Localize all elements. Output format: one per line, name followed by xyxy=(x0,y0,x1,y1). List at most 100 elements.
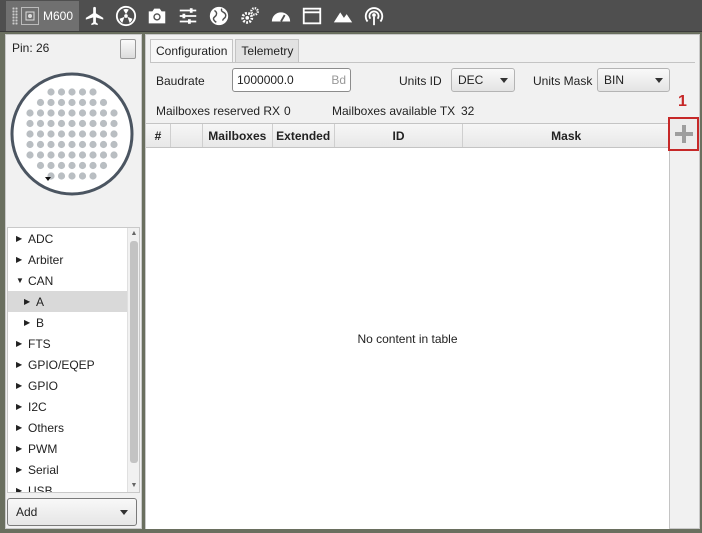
mountains-icon[interactable] xyxy=(327,0,358,32)
connector-pin[interactable] xyxy=(26,140,34,149)
connector-pin[interactable] xyxy=(36,151,45,159)
mailbox-table[interactable]: # Mailboxes Extended ID Mask No content … xyxy=(146,123,670,529)
connector-pin[interactable] xyxy=(57,88,66,96)
connector-pin[interactable] xyxy=(36,140,45,149)
connector-pin[interactable] xyxy=(47,151,55,159)
connector-pin[interactable] xyxy=(78,151,87,159)
tree-item[interactable]: ▶ FTS xyxy=(8,333,139,354)
connector-pin[interactable] xyxy=(47,130,55,138)
connector-pin[interactable] xyxy=(47,119,55,128)
connector-pin[interactable] xyxy=(68,172,76,180)
scroll-up-icon[interactable]: ▲ xyxy=(128,228,139,240)
connector-pin[interactable] xyxy=(57,109,66,117)
connector-pin[interactable] xyxy=(26,130,34,138)
connector-pin[interactable] xyxy=(78,140,87,149)
drag-grip-icon[interactable] xyxy=(12,6,18,25)
connector-pin[interactable] xyxy=(57,130,66,138)
collapsed-arrow-icon[interactable]: ▶ xyxy=(16,402,28,411)
collapsed-arrow-icon[interactable]: ▶ xyxy=(24,297,36,306)
connector-pin[interactable] xyxy=(89,130,97,138)
add-row-button[interactable] xyxy=(668,117,699,151)
connector-pin[interactable] xyxy=(78,88,87,96)
sliders-icon[interactable] xyxy=(172,0,203,32)
connector-pin[interactable] xyxy=(57,151,66,159)
connector-pin[interactable] xyxy=(57,140,66,149)
column-header-mask[interactable]: Mask xyxy=(463,124,669,147)
connector-pin[interactable] xyxy=(36,119,45,128)
baudrate-field[interactable]: 1000000.0 Bd xyxy=(232,68,351,92)
connector-pin[interactable] xyxy=(57,161,66,170)
connector-pin[interactable] xyxy=(26,109,34,117)
tab-telemetry[interactable]: Telemetry xyxy=(235,39,300,62)
connector-pin[interactable] xyxy=(26,119,34,128)
connector-pin[interactable] xyxy=(57,172,66,180)
radiation-icon[interactable] xyxy=(110,0,141,32)
tree-item[interactable]: ▼ CAN xyxy=(8,270,139,291)
gauge-icon[interactable] xyxy=(265,0,296,32)
connector-pin[interactable] xyxy=(78,161,87,170)
connector-pin[interactable] xyxy=(99,161,108,170)
connector-pin[interactable] xyxy=(89,140,97,149)
connector-pin[interactable] xyxy=(99,119,108,128)
connector-pin[interactable] xyxy=(36,161,45,170)
connector-pin[interactable] xyxy=(47,140,55,149)
connector-pin[interactable] xyxy=(110,140,118,149)
add-dropdown[interactable]: Add xyxy=(7,498,137,526)
connector-pin[interactable] xyxy=(68,109,76,117)
connector-pin[interactable] xyxy=(36,98,45,107)
connector-pin[interactable] xyxy=(68,98,76,107)
pin-toggle-button[interactable] xyxy=(120,39,136,59)
camera-icon[interactable] xyxy=(141,0,172,32)
connector-pin[interactable] xyxy=(99,130,108,138)
peripheral-tree[interactable]: ▶ ADC ▶ Arbiter ▼ CAN ▶ A ▶ B ▶ FTS ▶ GPIO/EQEP ▶ GPIO ▶… xyxy=(7,227,140,493)
collapsed-arrow-icon[interactable]: ▶ xyxy=(16,360,28,369)
tab-configuration[interactable]: Configuration xyxy=(150,39,234,63)
connector-pin[interactable] xyxy=(47,88,55,96)
collapsed-arrow-icon[interactable]: ▶ xyxy=(16,339,28,348)
connector-pin[interactable] xyxy=(36,130,45,138)
connector-pin[interactable] xyxy=(47,161,55,170)
connector-pin[interactable] xyxy=(89,88,97,96)
expanded-arrow-icon[interactable]: ▼ xyxy=(16,276,28,285)
connector-pin[interactable] xyxy=(68,88,76,96)
column-header-blank[interactable] xyxy=(171,124,203,147)
column-header-extended[interactable]: Extended xyxy=(273,124,335,147)
aircraft-icon[interactable] xyxy=(79,0,110,32)
column-header-id[interactable]: ID xyxy=(335,124,464,147)
connector-pin[interactable] xyxy=(36,109,45,117)
tree-item[interactable]: ▶ A xyxy=(8,291,139,312)
tree-item[interactable]: ▶ Serial xyxy=(8,459,139,480)
collapsed-arrow-icon[interactable]: ▶ xyxy=(24,318,36,327)
connector-pin[interactable] xyxy=(110,130,118,138)
scroll-down-icon[interactable]: ▼ xyxy=(128,480,139,492)
tree-item[interactable]: ▶ USB xyxy=(8,480,139,493)
globe-icon[interactable] xyxy=(203,0,234,32)
connector-pin[interactable] xyxy=(68,119,76,128)
connector-pin[interactable] xyxy=(99,109,108,117)
tree-item[interactable]: ▶ GPIO xyxy=(8,375,139,396)
connector-pin[interactable] xyxy=(89,98,97,107)
connector-pin[interactable] xyxy=(68,130,76,138)
units-id-select[interactable]: DEC xyxy=(451,68,515,92)
connector-pin[interactable] xyxy=(68,151,76,159)
tree-item[interactable]: ▶ Others xyxy=(8,417,139,438)
connector-pin[interactable] xyxy=(110,151,118,159)
column-header-mailboxes[interactable]: Mailboxes xyxy=(203,124,273,147)
device-selector[interactable]: M600 xyxy=(6,0,80,31)
connector-pin[interactable] xyxy=(99,151,108,159)
connector-pin-diagram[interactable] xyxy=(9,71,135,197)
connector-pin[interactable] xyxy=(89,151,97,159)
connector-pin[interactable] xyxy=(89,109,97,117)
collapsed-arrow-icon[interactable]: ▶ xyxy=(16,465,28,474)
connector-pin[interactable] xyxy=(78,98,87,107)
connector-pin[interactable] xyxy=(110,119,118,128)
scroll-thumb[interactable] xyxy=(130,241,138,463)
tree-item[interactable]: ▶ Arbiter xyxy=(8,249,139,270)
connector-pin[interactable] xyxy=(57,119,66,128)
collapsed-arrow-icon[interactable]: ▶ xyxy=(16,234,28,243)
connector-pin[interactable] xyxy=(78,172,87,180)
collapsed-arrow-icon[interactable]: ▶ xyxy=(16,255,28,264)
connector-pin[interactable] xyxy=(78,119,87,128)
collapsed-arrow-icon[interactable]: ▶ xyxy=(16,381,28,390)
units-mask-select[interactable]: BIN xyxy=(597,68,670,92)
